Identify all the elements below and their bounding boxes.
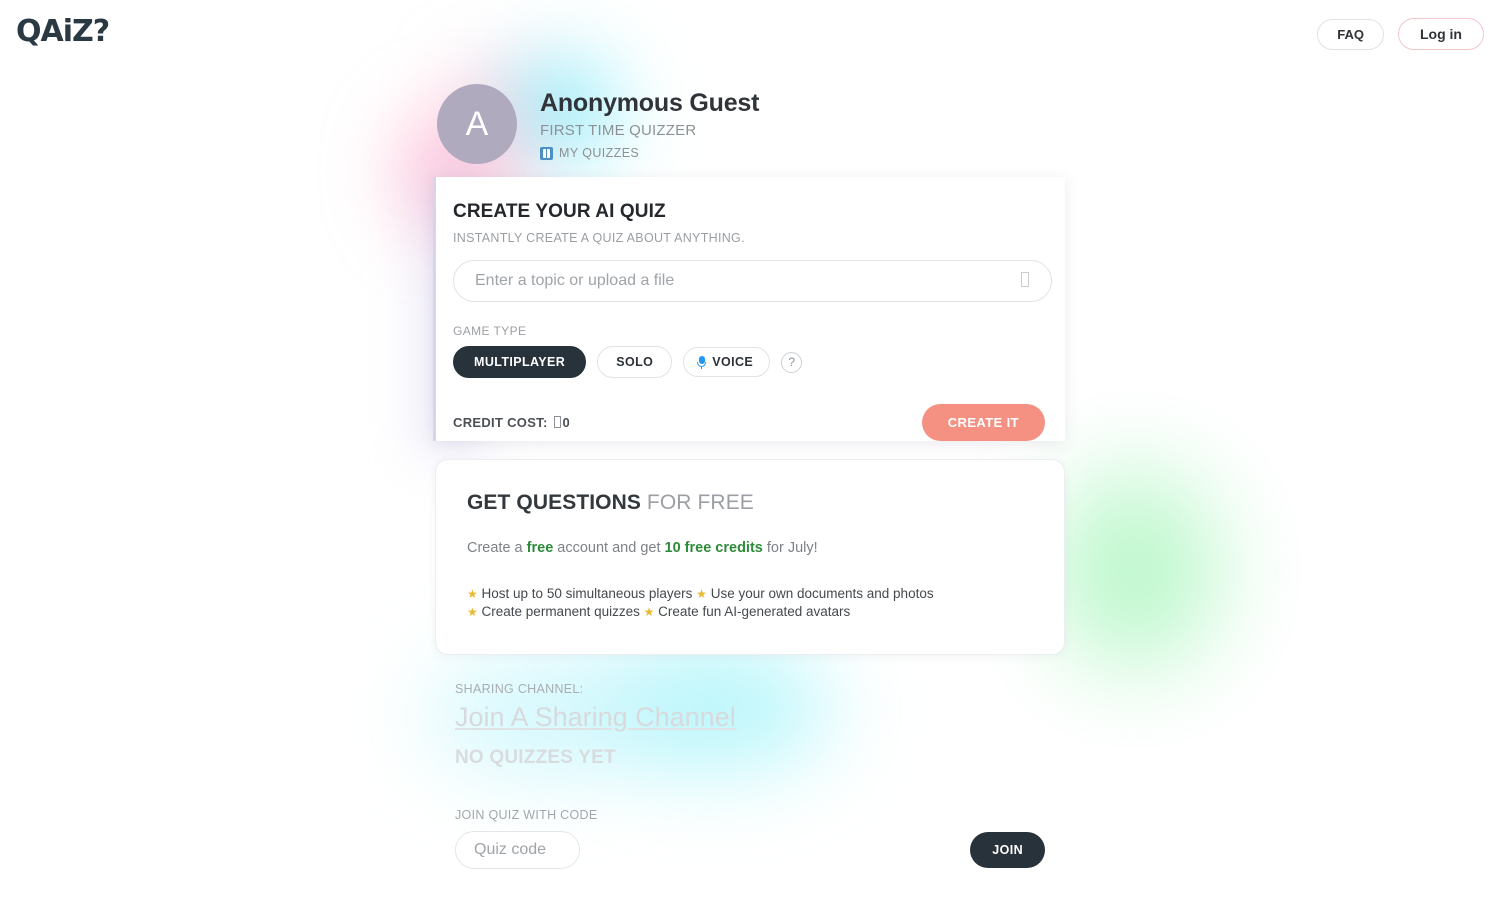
help-icon[interactable]: ? xyxy=(781,351,803,373)
credit-cost-value: 0 xyxy=(562,415,571,430)
profile-name: Anonymous Guest xyxy=(540,89,760,117)
feature-item: Create fun AI-generated avatars xyxy=(658,604,851,620)
join-button[interactable]: JOIN xyxy=(970,832,1045,868)
game-type-multiplayer[interactable]: MULTIPLAYER xyxy=(453,346,587,378)
free-credits-title-bold: GET QUESTIONS xyxy=(467,491,641,514)
header-actions: FAQ Log in xyxy=(1317,18,1484,50)
my-quizzes-link[interactable]: MY QUIZZES xyxy=(540,146,759,160)
desc-free: free xyxy=(526,540,554,556)
upload-file-icon[interactable] xyxy=(1021,272,1029,287)
topic-input-row xyxy=(453,260,1052,302)
book-icon xyxy=(540,146,553,160)
feature-line-1: ★ Host up to 50 simultaneous players ★ U… xyxy=(467,585,1064,603)
credit-coin-icon xyxy=(553,416,561,428)
login-button[interactable]: Log in xyxy=(1398,18,1484,50)
game-type-solo[interactable]: SOLO xyxy=(597,346,673,378)
credit-cost: CREDIT COST: 0 xyxy=(453,415,570,430)
join-sharing-channel-link[interactable]: Join A Sharing Channel xyxy=(455,702,736,733)
app-logo[interactable]: QAiZ? xyxy=(16,14,110,49)
star-icon: ★ xyxy=(643,605,655,620)
top-header: QAiZ? FAQ Log in xyxy=(0,0,1500,62)
free-credits-features: ★ Host up to 50 simultaneous players ★ U… xyxy=(467,585,1064,621)
create-quiz-title: CREATE YOUR AI QUIZ xyxy=(453,201,666,222)
star-icon: ★ xyxy=(467,605,478,620)
game-type-label: GAME TYPE xyxy=(453,324,527,338)
game-type-voice-label: VOICE xyxy=(712,355,754,369)
profile-section: A Anonymous Guest FIRST TIME QUIZZER MY … xyxy=(437,84,759,164)
join-quiz-section: JOIN QUIZ WITH CODE JOIN xyxy=(455,808,1045,869)
desc-credits: 10 free credits xyxy=(664,540,763,556)
desc-pre: Create a xyxy=(467,540,527,556)
free-credits-description: Create a free account and get 10 free cr… xyxy=(467,540,1064,556)
feature-line-2: ★ Create permanent quizzes ★ Create fun … xyxy=(467,603,1064,621)
create-quiz-subtitle: INSTANTLY CREATE A QUIZ ABOUT ANYTHING. xyxy=(453,231,745,245)
free-credits-title: GET QUESTIONS FOR FREE xyxy=(467,491,1064,515)
topic-input[interactable] xyxy=(453,260,1052,302)
microphone-icon xyxy=(697,355,707,369)
game-type-options: MULTIPLAYER SOLO VOICE ? xyxy=(453,346,1047,378)
join-quiz-row: JOIN xyxy=(455,831,1045,869)
feature-item: Host up to 50 simultaneous players xyxy=(481,586,693,601)
feature-item: Use your own documents and photos xyxy=(710,586,934,601)
avatar: A xyxy=(437,84,517,164)
join-quiz-label: JOIN QUIZ WITH CODE xyxy=(455,808,598,822)
desc-mid: account and get xyxy=(553,540,665,556)
my-quizzes-label: MY QUIZZES xyxy=(559,146,640,160)
create-it-button[interactable]: CREATE IT xyxy=(921,404,1045,441)
feature-item: Create permanent quizzes xyxy=(481,604,640,620)
free-credits-body: GET QUESTIONS FOR FREE Create a free acc… xyxy=(436,460,1064,621)
free-credits-title-rest: FOR FREE xyxy=(641,491,754,514)
app-root: QAiZ? FAQ Log in A Anonymous Guest FIRST… xyxy=(0,0,1500,900)
star-icon: ★ xyxy=(696,587,707,601)
star-icon: ★ xyxy=(467,587,478,601)
quiz-code-input[interactable] xyxy=(455,831,580,869)
profile-text: Anonymous Guest FIRST TIME QUIZZER MY QU… xyxy=(540,84,759,160)
create-quiz-card: CREATE YOUR AI QUIZ INSTANTLY CREATE A Q… xyxy=(433,177,1065,441)
credit-cost-row: CREDIT COST: 0 CREATE IT xyxy=(453,404,1047,441)
faq-button[interactable]: FAQ xyxy=(1317,18,1384,50)
create-quiz-card-body: CREATE YOUR AI QUIZ INSTANTLY CREATE A Q… xyxy=(436,177,1065,441)
desc-post: for July! xyxy=(762,540,818,556)
credit-cost-label: CREDIT COST: xyxy=(453,415,548,430)
game-type-voice[interactable]: VOICE xyxy=(683,347,771,377)
free-credits-card: GET QUESTIONS FOR FREE Create a free acc… xyxy=(435,459,1065,655)
no-quizzes-message: NO QUIZZES YET xyxy=(455,747,616,768)
profile-subtitle: FIRST TIME QUIZZER xyxy=(540,122,697,139)
sharing-channel-label: SHARING CHANNEL: xyxy=(455,682,584,696)
decorative-glow-green xyxy=(1050,470,1220,670)
sharing-channel-section: SHARING CHANNEL: Join A Sharing Channel … xyxy=(455,682,736,769)
